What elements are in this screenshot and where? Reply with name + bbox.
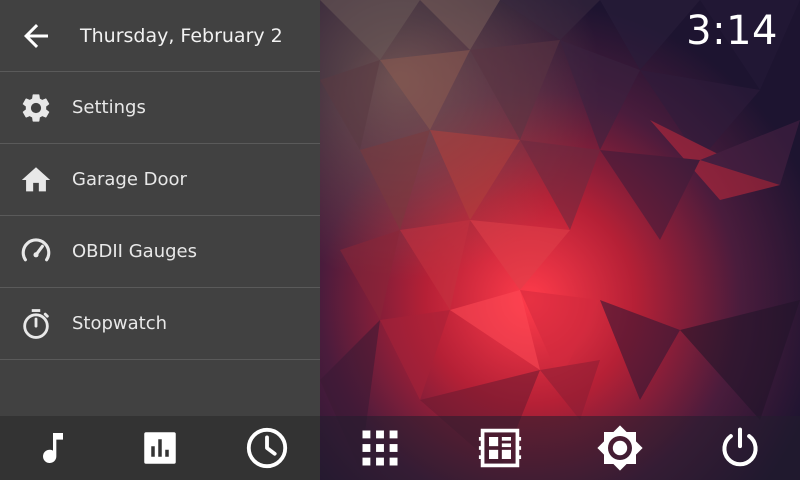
stopwatch-icon bbox=[0, 288, 72, 359]
menu-item-settings[interactable]: Settings bbox=[0, 72, 320, 144]
music-note-icon bbox=[43, 433, 64, 464]
drawer-date: Thursday, February 2 bbox=[80, 24, 283, 47]
apps-grid-icon bbox=[362, 430, 398, 466]
home-icon bbox=[0, 144, 72, 215]
menu-item-stopwatch[interactable]: Stopwatch bbox=[0, 288, 320, 360]
dashboard-button[interactable] bbox=[440, 416, 560, 480]
drawer-header: Thursday, February 2 bbox=[0, 0, 320, 72]
dashboard-icon bbox=[478, 428, 522, 468]
brightness-icon bbox=[597, 425, 643, 471]
navigation-drawer: Thursday, February 2 Settings Garage Doo… bbox=[0, 0, 320, 416]
bottom-dock-right bbox=[320, 416, 800, 480]
bottom-dock-left bbox=[0, 416, 320, 480]
menu-label-garage-door: Garage Door bbox=[72, 169, 187, 190]
apps-button[interactable] bbox=[320, 416, 440, 480]
power-icon bbox=[722, 427, 758, 467]
back-arrow-icon bbox=[24, 23, 48, 48]
menu-item-garage-door[interactable]: Garage Door bbox=[0, 144, 320, 216]
gear-icon bbox=[0, 72, 72, 143]
menu-label-obdii-gauges: OBDII Gauges bbox=[72, 241, 197, 262]
back-button[interactable] bbox=[0, 0, 72, 71]
power-button[interactable] bbox=[680, 416, 800, 480]
clock-icon bbox=[246, 427, 287, 469]
menu-label-stopwatch: Stopwatch bbox=[72, 313, 168, 334]
equalizer-button[interactable] bbox=[107, 416, 214, 480]
speedometer-icon bbox=[0, 216, 72, 287]
menu-item-obdii-gauges[interactable]: OBDII Gauges bbox=[0, 216, 320, 288]
equalizer-icon bbox=[144, 432, 176, 464]
clock-button[interactable] bbox=[213, 416, 320, 480]
clock-time: 3:14 bbox=[686, 8, 778, 54]
bottom-dock bbox=[0, 416, 800, 480]
music-button[interactable] bbox=[0, 416, 107, 480]
menu-label-settings: Settings bbox=[72, 97, 146, 118]
brightness-button[interactable] bbox=[560, 416, 680, 480]
